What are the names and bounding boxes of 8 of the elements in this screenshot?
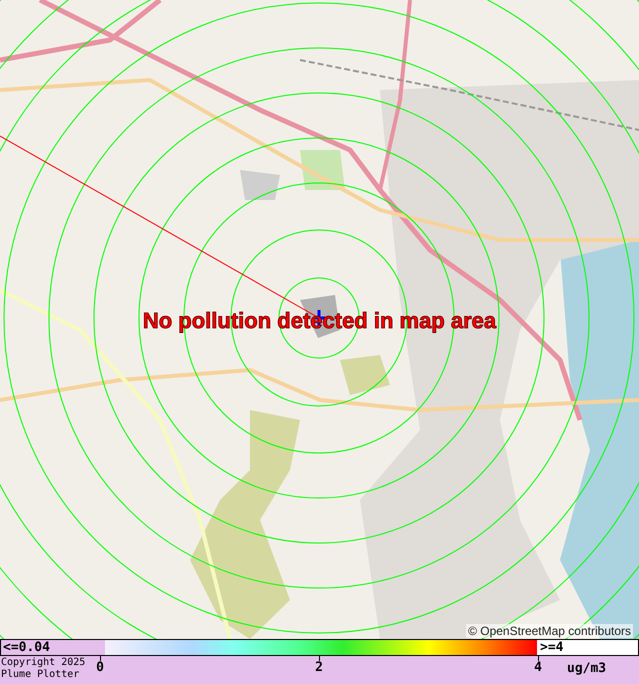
tick-label: 0	[96, 661, 104, 675]
tick-label: 4	[534, 661, 542, 675]
unit-label: ug/m3	[566, 660, 608, 678]
tick-label: 2	[315, 661, 323, 675]
map-attribution: © OpenStreetMap contributors	[466, 624, 633, 638]
copyright-text: Copyright 2025	[1, 657, 86, 669]
copyright-text: Plume Plotter	[1, 669, 80, 681]
max-label: >=4	[537, 640, 638, 655]
